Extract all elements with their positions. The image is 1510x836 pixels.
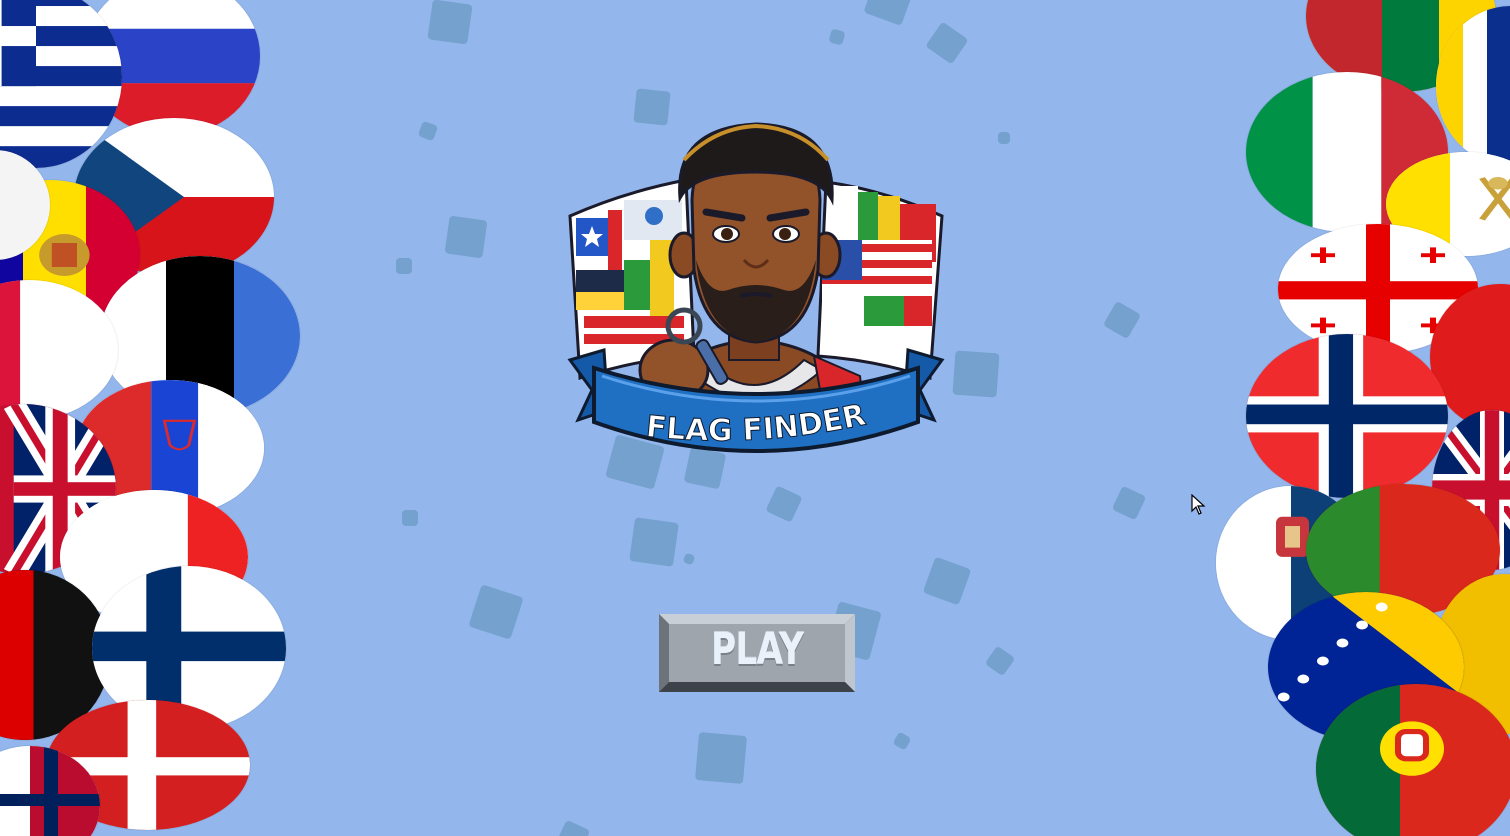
background-square [444,215,488,259]
background-square [984,645,1016,677]
background-square [828,28,846,46]
background-square [396,258,412,274]
background-square [765,485,803,523]
background-square [925,21,969,65]
background-square [417,120,439,142]
mouse-pointer-icon [1191,493,1207,516]
background-square [1111,485,1147,521]
background-square [998,132,1010,144]
background-square [555,819,591,836]
background-square [682,552,696,566]
background-square [863,0,913,26]
game-screen: FLAG FINDER PLAY [0,0,1510,836]
background-square [402,510,418,526]
background-square [892,731,912,751]
background-square [629,517,679,567]
play-button[interactable]: PLAY [659,614,855,692]
background-square [1102,300,1142,340]
flag-finder-logo: FLAG FINDER [564,120,948,470]
play-label: PLAY [710,624,804,675]
background-square [922,556,972,606]
background-square [952,350,1000,398]
background-square [427,0,473,45]
flag-norway-icon [1246,334,1448,498]
background-square [468,584,524,640]
background-square [694,731,748,785]
